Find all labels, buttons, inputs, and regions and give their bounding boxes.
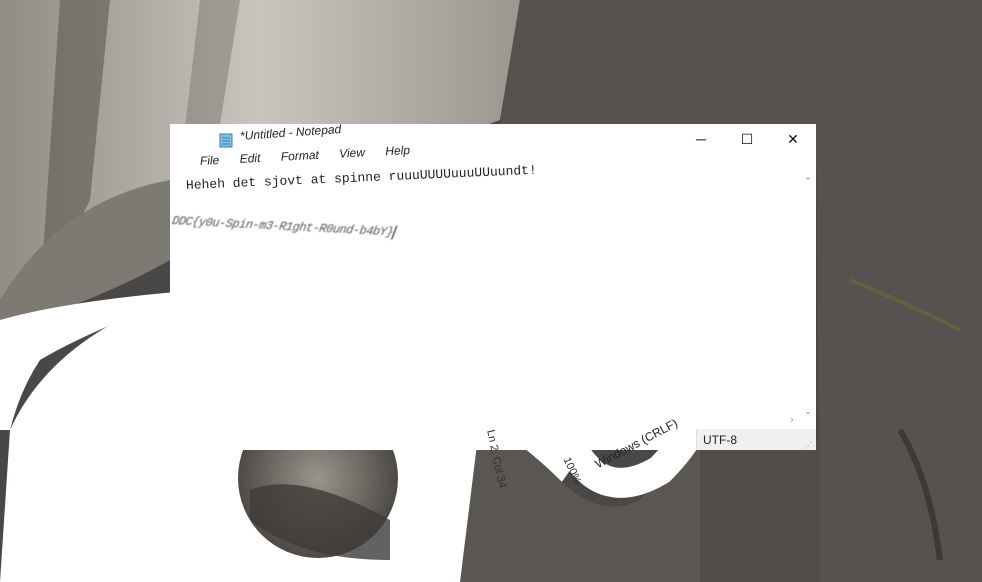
close-icon: ✕: [787, 130, 799, 147]
menu-view[interactable]: View: [339, 145, 365, 160]
editor-line-2-text: DDC{y0u-Spin-m3-R1ght-R0und-b4bY}: [169, 214, 396, 240]
notepad-icon: [219, 133, 233, 148]
scroll-right-icon[interactable]: ›: [784, 412, 800, 426]
menu-file[interactable]: File: [200, 153, 220, 168]
horizontal-scrollbar[interactable]: ›: [470, 412, 800, 428]
scroll-up-icon[interactable]: ⌃: [800, 174, 816, 188]
text-editor[interactable]: Heheh det sjovt at spinne ruuuUUUUuuuUUu…: [169, 163, 800, 417]
notepad-window: *Untitled - Notepad ─ ☐ ✕ File Edit Form…: [169, 121, 816, 450]
menu-format[interactable]: Format: [280, 148, 319, 164]
vertical-scrollbar[interactable]: ⌃ ⌄: [800, 174, 816, 418]
minimize-button[interactable]: ─: [678, 124, 724, 154]
menu-edit[interactable]: Edit: [239, 151, 260, 166]
editor-line-2: DDC{y0u-Spin-m3-R1ght-R0und-b4bY}: [169, 214, 398, 240]
window-title: *Untitled - Notepad: [239, 121, 342, 143]
close-button[interactable]: ✕: [770, 124, 816, 154]
maximize-icon: ☐: [740, 130, 754, 147]
maximize-button[interactable]: ☐: [724, 124, 770, 154]
scroll-down-icon[interactable]: ⌄: [800, 404, 816, 418]
encoding-indicator: UTF-8: [696, 429, 800, 450]
menu-help[interactable]: Help: [385, 143, 410, 158]
resize-grip-icon[interactable]: ⋰: [800, 429, 816, 450]
minimize-icon: ─: [696, 131, 706, 147]
